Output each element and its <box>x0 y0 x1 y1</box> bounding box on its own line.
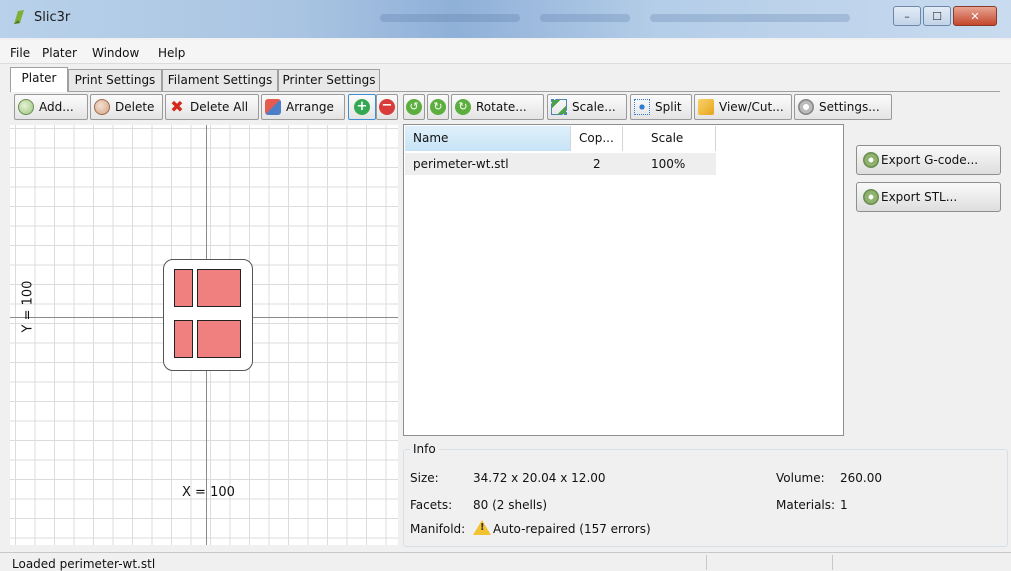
export-stl-label: Export STL... <box>881 190 958 204</box>
column-header-copies[interactable]: Cop... <box>571 126 623 151</box>
rotate-left-icon: ↺ <box>406 99 422 115</box>
menu-window[interactable]: Window <box>92 46 139 60</box>
cube-icon <box>698 99 714 115</box>
export-gcode-label: Export G-code... <box>881 153 979 167</box>
rotate-left-button[interactable]: ↺ <box>403 94 425 120</box>
menu-plater[interactable]: Plater <box>42 46 77 60</box>
export-gcode-button[interactable]: Export G-code... <box>856 145 1001 175</box>
object-part[interactable] <box>197 320 241 358</box>
size-value: 34.72 x 20.04 x 12.00 <box>473 471 606 485</box>
volume-value: 260.00 <box>840 471 882 485</box>
rotate-right-icon: ↻ <box>430 99 446 115</box>
increase-copies-button[interactable]: + <box>348 94 376 120</box>
object-name: perimeter-wt.stl <box>413 157 509 171</box>
minus-icon: − <box>379 99 395 115</box>
status-bar: Loaded perimeter-wt.stl <box>0 552 1011 571</box>
arrange-icon <box>265 99 281 115</box>
manifold-status: Auto-repaired (157 errors) <box>473 520 651 536</box>
rotate-button[interactable]: ↻ Rotate... <box>451 94 544 120</box>
scale-label: Scale... <box>572 100 616 114</box>
object-part[interactable] <box>174 269 193 307</box>
title-bar: Slic3r – ☐ ✕ <box>0 0 1011 38</box>
scale-icon <box>551 99 567 115</box>
facets-label: Facets: <box>410 498 453 512</box>
split-label: Split <box>655 100 682 114</box>
gear-icon <box>798 99 814 115</box>
status-separator <box>832 555 833 570</box>
plus-icon: + <box>354 99 370 115</box>
size-label: Size: <box>410 471 439 485</box>
object-copies: 2 <box>593 157 601 171</box>
object-part[interactable] <box>174 320 193 358</box>
materials-value: 1 <box>840 498 848 512</box>
delete-object-icon <box>94 99 110 115</box>
add-button[interactable]: Add... <box>14 94 88 120</box>
view-cut-label: View/Cut... <box>719 100 784 114</box>
warning-icon <box>473 520 491 535</box>
tab-plater[interactable]: Plater <box>10 67 68 92</box>
tab-filament-settings[interactable]: Filament Settings <box>162 69 278 91</box>
add-label: Add... <box>39 100 74 114</box>
x-axis-label: X = 100 <box>182 485 235 500</box>
delete-label: Delete <box>115 100 155 114</box>
settings-button[interactable]: Settings... <box>794 94 892 120</box>
object-part[interactable] <box>197 269 241 307</box>
plater-canvas[interactable]: Y = 100 X = 100 <box>10 125 398 545</box>
object-scale: 100% <box>651 157 686 171</box>
info-title: Info <box>410 442 439 456</box>
decrease-copies-button[interactable]: − <box>376 94 398 120</box>
volume-label: Volume: <box>776 471 825 485</box>
slic3r-logo-icon <box>14 10 24 24</box>
maximize-button[interactable]: ☐ <box>923 6 951 26</box>
info-panel: Info Size: 34.72 x 20.04 x 12.00 Volume:… <box>403 442 1008 547</box>
delete-all-button[interactable]: ✖ Delete All <box>165 94 259 120</box>
delete-all-label: Delete All <box>190 100 249 114</box>
taskbar-blur <box>540 14 630 22</box>
tab-print-settings[interactable]: Print Settings <box>68 69 162 91</box>
column-header-name[interactable]: Name <box>405 126 571 151</box>
facets-value: 80 (2 shells) <box>473 498 548 512</box>
status-text: Loaded perimeter-wt.stl <box>12 557 156 571</box>
menu-bar: File Plater Window Help <box>0 40 1011 64</box>
rotate-icon: ↻ <box>455 99 471 115</box>
taskbar-blur <box>380 14 520 22</box>
materials-label: Materials: <box>776 498 836 512</box>
status-separator <box>706 555 707 570</box>
settings-label: Settings... <box>819 100 880 114</box>
arrange-button[interactable]: Arrange <box>261 94 345 120</box>
export-stl-button[interactable]: Export STL... <box>856 182 1001 212</box>
red-x-icon: ✖ <box>170 97 184 116</box>
window-controls: – ☐ ✕ <box>891 6 997 26</box>
delete-button[interactable]: Delete <box>90 94 163 120</box>
manifold-label: Manifold: <box>410 522 466 536</box>
export-gear-icon <box>863 189 879 205</box>
rotate-label: Rotate... <box>476 100 527 114</box>
export-gear-icon <box>863 152 879 168</box>
rotate-right-button[interactable]: ↻ <box>427 94 449 120</box>
menu-file[interactable]: File <box>10 46 30 60</box>
arrange-label: Arrange <box>286 100 334 114</box>
column-header-scale[interactable]: Scale <box>623 126 716 151</box>
taskbar-blur <box>650 14 850 22</box>
table-row[interactable]: perimeter-wt.stl 2 100% <box>405 153 716 175</box>
menu-help[interactable]: Help <box>158 46 185 60</box>
tab-printer-settings[interactable]: Printer Settings <box>278 69 380 91</box>
close-button[interactable]: ✕ <box>953 6 997 26</box>
split-button[interactable]: Split <box>630 94 692 120</box>
y-axis-label: Y = 100 <box>20 280 36 333</box>
view-cut-button[interactable]: View/Cut... <box>694 94 792 120</box>
object-list[interactable]: Name Cop... Scale perimeter-wt.stl 2 100… <box>403 124 844 436</box>
tab-divider <box>10 91 1000 92</box>
window-title: Slic3r <box>34 10 71 25</box>
manifold-value: Auto-repaired (157 errors) <box>493 522 651 536</box>
add-object-icon <box>18 99 34 115</box>
split-icon <box>634 99 650 115</box>
scale-button[interactable]: Scale... <box>547 94 627 120</box>
minimize-button[interactable]: – <box>893 6 921 26</box>
